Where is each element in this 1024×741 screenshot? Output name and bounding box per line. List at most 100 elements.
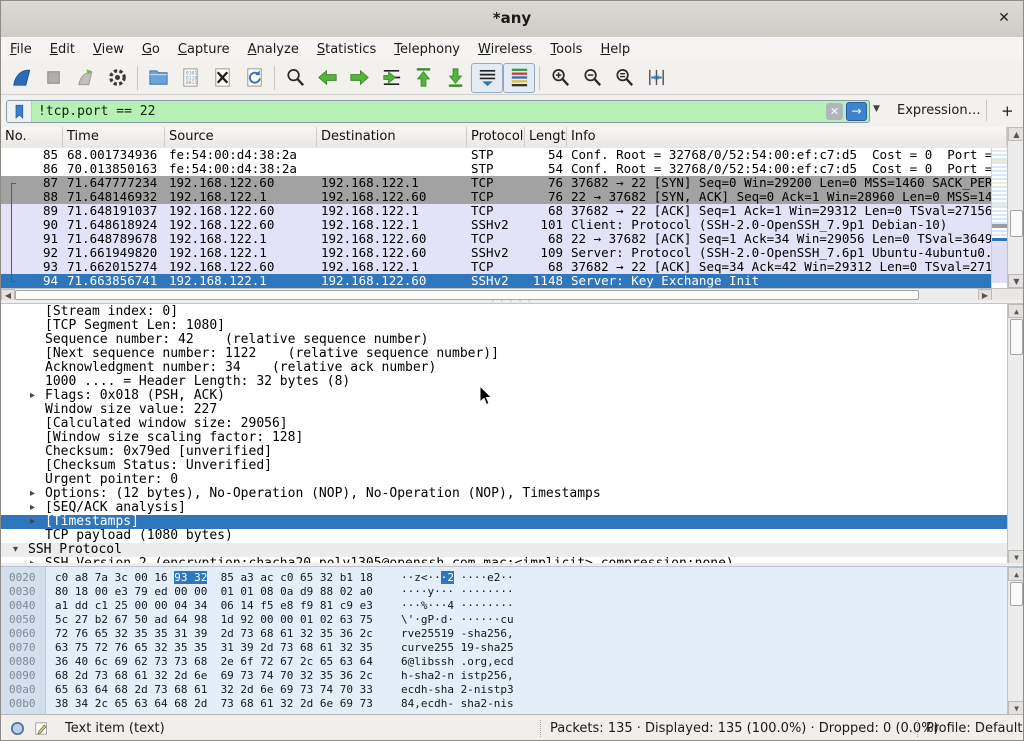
expand-arrow-icon[interactable]: ▸	[30, 515, 35, 529]
hex-row-0060[interactable]: 006072 76 65 32 35 35 31 39 2d 73 68 61 …	[1, 627, 1023, 641]
find-packet-button[interactable]	[279, 63, 311, 93]
menu-edit[interactable]: Edit	[41, 38, 84, 61]
capture-options-button[interactable]	[101, 63, 133, 93]
menu-tools[interactable]: Tools	[541, 38, 591, 61]
scroll-thumb[interactable]	[1010, 319, 1023, 355]
scroll-down-arrow[interactable]: ▼	[1008, 274, 1024, 288]
hex-row-00b0[interactable]: 00b038 34 2c 65 63 64 68 2d 73 68 61 32 …	[1, 697, 1023, 711]
hex-ascii[interactable]: ··z<···2 ····e2··	[401, 571, 514, 585]
packet-row-85[interactable]: 8568.001734936fe:54:00:d4:38:2aSTP54Conf…	[1, 148, 991, 162]
hex-ascii[interactable]: rve25519 -sha256,	[401, 627, 514, 641]
column-header-source[interactable]: Source	[165, 127, 317, 147]
hex-ascii[interactable]: \'·gP·d· ······cu	[401, 613, 514, 627]
capture-comment-icon[interactable]	[33, 720, 50, 741]
packet-row-86[interactable]: 8670.013850163fe:54:00:d4:38:2aSTP54Conf…	[1, 162, 991, 176]
hex-vscrollbar[interactable]: ▲ ▼	[1007, 567, 1023, 715]
hex-row-0090[interactable]: 009068 2d 73 68 61 32 2d 6e 69 73 74 70 …	[1, 669, 1023, 683]
hex-bytes[interactable]: c0 a8 7a 3c 00 16 93 32 85 a3 ac c0 65 3…	[55, 571, 373, 585]
filter-clear-icon[interactable]: ✕	[826, 103, 843, 120]
zoom-in-button[interactable]	[544, 63, 576, 93]
scroll-up-arrow[interactable]: ▲	[1008, 304, 1023, 318]
detail-row[interactable]: [TCP Segment Len: 1080]	[1, 319, 1007, 333]
hex-bytes[interactable]: 65 63 64 68 2d 73 68 61 32 2d 6e 69 73 7…	[55, 683, 373, 697]
hex-bytes[interactable]: 5c 27 b2 67 50 ad 64 98 1d 92 00 00 01 0…	[55, 613, 373, 627]
go-back-button[interactable]	[311, 63, 343, 93]
packet-row-91[interactable]: 9171.648789678192.168.122.1192.168.122.6…	[1, 232, 991, 246]
hex-row-0020[interactable]: 0020c0 a8 7a 3c 00 16 93 32 85 a3 ac c0 …	[1, 571, 1023, 585]
collapse-arrow-icon[interactable]: ▾	[13, 543, 18, 557]
capture-start-button[interactable]	[5, 63, 37, 93]
hex-ascii[interactable]: h-sha2-n istp256,	[401, 669, 514, 683]
hex-ascii[interactable]: 6@libssh .org,ecd	[401, 655, 514, 669]
column-header-info[interactable]: Info	[567, 127, 1007, 147]
detail-row[interactable]: Checksum: 0x79ed [unverified]	[1, 445, 1007, 459]
detail-row[interactable]: [Calculated window size: 29056]	[1, 417, 1007, 431]
go-first-button[interactable]	[407, 63, 439, 93]
menu-analyze[interactable]: Analyze	[239, 38, 308, 61]
scroll-down-arrow[interactable]: ▼	[1008, 701, 1023, 715]
scroll-thumb[interactable]	[1010, 582, 1023, 606]
detail-row[interactable]: Sequence number: 42 (relative sequence n…	[1, 333, 1007, 347]
detail-row[interactable]: Urgent pointer: 0	[1, 473, 1007, 487]
detail-row[interactable]: ▸[Timestamps]	[1, 515, 1007, 529]
colorize-button[interactable]	[503, 63, 535, 93]
packet-row-92[interactable]: 9271.661949820192.168.122.1192.168.122.6…	[1, 246, 991, 260]
detail-row[interactable]: [Stream index: 0]	[1, 305, 1007, 319]
detail-row[interactable]: 1000 .... = Header Length: 32 bytes (8)	[1, 375, 1007, 389]
menu-telephony[interactable]: Telephony	[385, 38, 469, 61]
zoom-out-button[interactable]	[576, 63, 608, 93]
go-last-button[interactable]	[439, 63, 471, 93]
scroll-up-arrow[interactable]: ▲	[1008, 567, 1023, 581]
expand-arrow-icon[interactable]: ▸	[30, 501, 35, 515]
detail-row[interactable]: [Next sequence number: 1122 (relative se…	[1, 347, 1007, 361]
hex-row-0070[interactable]: 007063 75 72 76 65 32 35 35 31 39 2d 73 …	[1, 641, 1023, 655]
file-close-button[interactable]	[206, 63, 238, 93]
file-save-button[interactable]: 010101100011	[174, 63, 206, 93]
add-filter-button[interactable]: +	[1001, 102, 1014, 120]
column-header-time[interactable]: Time	[63, 127, 165, 147]
detail-row[interactable]: Window size value: 227	[1, 403, 1007, 417]
column-header-destination[interactable]: Destination	[317, 127, 467, 147]
title-bar[interactable]: *any ✕	[1, 1, 1023, 38]
hex-bytes[interactable]: 80 18 00 e3 79 ed 00 00 01 01 08 0a d9 8…	[55, 585, 373, 599]
packet-row-94[interactable]: 9471.663856741192.168.122.1192.168.122.6…	[1, 274, 991, 288]
detail-row[interactable]: ▾SSH Protocol	[1, 543, 1007, 557]
hex-bytes[interactable]: a1 dd c1 25 00 00 04 34 06 14 f5 e8 f9 8…	[55, 599, 373, 613]
hex-row-0050[interactable]: 00505c 27 b2 67 50 ad 64 98 1d 92 00 00 …	[1, 613, 1023, 627]
display-filter-field[interactable]: !tcp.port == 22 ✕ →	[6, 100, 870, 123]
expert-info-icon[interactable]	[9, 720, 26, 741]
hex-ascii[interactable]: ecdh-sha 2-nistp3	[401, 683, 514, 697]
detail-row[interactable]: Acknowledgment number: 34 (relative ack …	[1, 361, 1007, 375]
capture-stop-button[interactable]	[37, 63, 69, 93]
hex-ascii[interactable]: ···%···4 ········	[401, 599, 514, 613]
details-vscrollbar[interactable]: ▲ ▼	[1007, 304, 1023, 564]
menu-view[interactable]: View	[84, 38, 133, 61]
detail-row[interactable]: ▸[SEQ/ACK analysis]	[1, 501, 1007, 515]
expand-arrow-icon[interactable]: ▸	[30, 487, 35, 501]
expression-button[interactable]: Expression…	[897, 103, 981, 118]
hex-ascii[interactable]: curve255 19-sha25	[401, 641, 514, 655]
hex-row-00a0[interactable]: 00a065 63 64 68 2d 73 68 61 32 2d 6e 69 …	[1, 683, 1023, 697]
hex-row-0040[interactable]: 0040a1 dd c1 25 00 00 04 34 06 14 f5 e8 …	[1, 599, 1023, 613]
zoom-original-button[interactable]	[608, 63, 640, 93]
menu-go[interactable]: Go	[133, 38, 169, 61]
hex-bytes[interactable]: 68 2d 73 68 61 32 2d 6e 69 73 74 70 32 3…	[55, 669, 373, 683]
detail-row[interactable]: TCP payload (1080 bytes)	[1, 529, 1007, 543]
filter-input[interactable]: !tcp.port == 22	[32, 104, 826, 119]
hex-bytes[interactable]: 38 34 2c 65 63 64 68 2d 73 68 61 32 2d 6…	[55, 697, 373, 711]
hex-ascii[interactable]: 84,ecdh- sha2-nis	[401, 697, 514, 711]
capture-restart-button[interactable]	[69, 63, 101, 93]
expand-arrow-icon[interactable]: ▸	[30, 389, 35, 403]
hex-row-0030[interactable]: 003080 18 00 e3 79 ed 00 00 01 01 08 0a …	[1, 585, 1023, 599]
packet-row-88[interactable]: 8871.648146932192.168.122.1192.168.122.6…	[1, 190, 991, 204]
scroll-thumb[interactable]	[15, 290, 919, 300]
packet-row-93[interactable]: 9371.662015274192.168.122.60192.168.122.…	[1, 260, 991, 274]
hex-bytes[interactable]: 36 40 6c 69 62 73 73 68 2e 6f 72 67 2c 6…	[55, 655, 373, 669]
detail-row[interactable]: ▸Flags: 0x018 (PSH, ACK)	[1, 389, 1007, 403]
file-open-button[interactable]	[142, 63, 174, 93]
close-window-button[interactable]: ✕	[995, 9, 1013, 27]
hex-bytes[interactable]: 72 76 65 32 35 35 31 39 2d 73 68 61 32 3…	[55, 627, 373, 641]
packet-list-minimap[interactable]	[991, 148, 1008, 288]
hex-ascii[interactable]: ····y··· ········	[401, 585, 514, 599]
filter-bookmark-icon[interactable]	[7, 101, 32, 122]
